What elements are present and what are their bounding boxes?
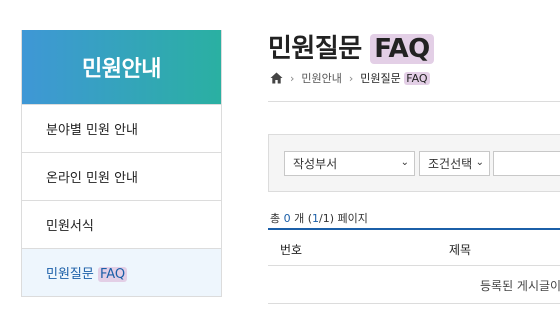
sidebar-item-label: 온라인 민원 안내	[46, 171, 138, 186]
chevron-right-icon: ›	[290, 71, 295, 85]
sidebar-title: 민원안내	[82, 57, 161, 82]
table-header: 번호 제목	[268, 228, 560, 266]
sidebar-item-label: 분야별 민원 안내	[46, 123, 138, 138]
empty-message: 등록된 게시글이	[480, 279, 560, 293]
chevron-down-icon: ⌄	[475, 157, 484, 168]
search-input[interactable]	[493, 151, 560, 176]
search-panel: 작성부서 ⌄ 조건선택 ⌄	[268, 134, 560, 192]
home-icon[interactable]	[270, 72, 283, 84]
page-title: 민원질문 FAQ	[268, 28, 434, 65]
result-count: 총 0 개 (1/1) 페이지	[270, 212, 368, 225]
faq-table: 번호 제목 등록된 게시글이	[268, 228, 560, 304]
breadcrumb-level1[interactable]: 민원안내	[301, 70, 341, 86]
condition-select[interactable]: 조건선택 ⌄	[419, 151, 490, 176]
chevron-down-icon: ⌄	[400, 157, 409, 168]
department-select[interactable]: 작성부서 ⌄	[284, 151, 415, 176]
sidebar: 민원안내 분야별 민원 안내 온라인 민원 안내 민원서식 민원질문 FAQ	[21, 30, 222, 297]
sidebar-item-online-guide[interactable]: 온라인 민원 안내	[22, 152, 221, 200]
sidebar-item-field-guide[interactable]: 분야별 민원 안내	[22, 104, 221, 152]
sidebar-header: 민원안내	[22, 30, 221, 104]
department-select-value: 작성부서	[293, 157, 338, 171]
sidebar-item-label: 민원질문 FAQ	[46, 267, 128, 282]
chevron-right-icon: ›	[348, 71, 354, 85]
sidebar-item-faq[interactable]: 민원질문 FAQ	[22, 248, 221, 296]
condition-select-value: 조건선택	[428, 157, 473, 171]
breadcrumb: › 민원안내 › 민원질문 FAQ	[270, 70, 430, 86]
sidebar-item-forms[interactable]: 민원서식	[22, 200, 221, 248]
column-header-number: 번호	[280, 243, 303, 257]
sidebar-item-label: 민원서식	[46, 219, 94, 234]
title-divider	[268, 101, 560, 102]
column-header-title: 제목	[449, 243, 472, 257]
table-row: 등록된 게시글이	[268, 266, 560, 304]
breadcrumb-current: 민원질문 FAQ	[360, 72, 430, 85]
